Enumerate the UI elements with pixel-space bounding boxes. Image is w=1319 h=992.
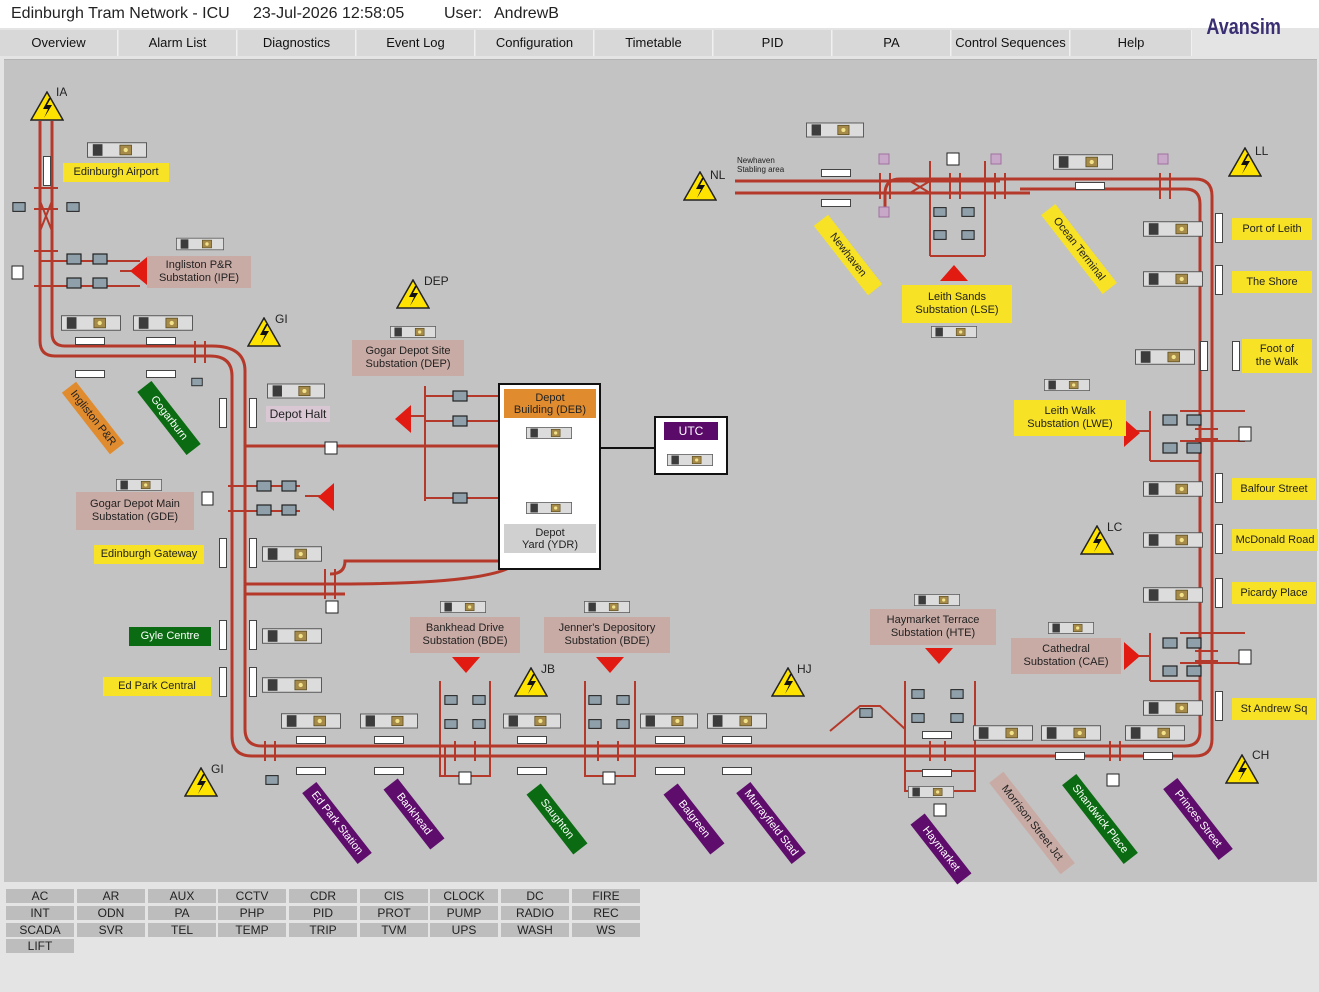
stop-depot-halt[interactable]: Depot Halt [266, 406, 330, 422]
stop-edinburgh-gateway[interactable]: Edinburgh Gateway [94, 545, 204, 564]
substation-gde[interactable]: Gogar Depot Main Substation (GDE) [76, 492, 194, 530]
system-wash-button[interactable]: WASH [501, 923, 569, 937]
stop-st-andrew-sq[interactable]: St Andrew Sq [1232, 698, 1316, 720]
clock-datetime: 23-Jul-2026 12:58:05 [253, 5, 405, 22]
stop-port-of-leith[interactable]: Port of Leith [1232, 218, 1312, 240]
substation-bde-jenners[interactable]: Jenner's Depository Substation (BDE) [544, 617, 670, 653]
system-int-button[interactable]: INT [6, 906, 74, 920]
system-cdr-button[interactable]: CDR [289, 889, 357, 903]
system-clock-button[interactable]: CLOCK [430, 889, 498, 903]
system-ws-button[interactable]: WS [572, 923, 640, 937]
substation-hte[interactable]: Haymarket Terrace Substation (HTE) [870, 609, 996, 645]
zone-label-ch: CH [1252, 749, 1270, 762]
zone-label-gi-south: GI [211, 763, 224, 776]
menu-control-sequences[interactable]: Control Sequences [952, 30, 1070, 56]
system-fire-button[interactable]: FIRE [572, 889, 640, 903]
menu-overview[interactable]: Overview [0, 30, 118, 56]
menu-pa[interactable]: PA [833, 30, 951, 56]
system-aux-button[interactable]: AUX [148, 889, 216, 903]
system-rec-button[interactable]: REC [572, 906, 640, 920]
system-temp-button[interactable]: TEMP [218, 923, 286, 937]
menu-event-log[interactable]: Event Log [357, 30, 475, 56]
system-odn-button[interactable]: ODN [77, 906, 145, 920]
system-svr-button[interactable]: SVR [77, 923, 145, 937]
substation-ydr[interactable]: Depot Yard (YDR) [504, 524, 596, 553]
zone-label-lc: LC [1107, 521, 1123, 534]
stop-the-shore[interactable]: The Shore [1232, 271, 1312, 293]
system-radio-button[interactable]: RADIO [501, 906, 569, 920]
system-pa-button[interactable]: PA [148, 906, 216, 920]
stop-ed-park-central[interactable]: Ed Park Central [103, 677, 211, 696]
system-scada-button[interactable]: SCADA [6, 923, 74, 937]
zone-label-dep: DEP [424, 275, 449, 288]
avansim-logo: Avansim [1206, 14, 1281, 39]
zone-label-nl: NL [710, 169, 726, 182]
system-prot-button[interactable]: PROT [360, 906, 428, 920]
zone-label-ll: LL [1255, 145, 1269, 158]
zone-label-jb: JB [541, 663, 556, 676]
menu-alarm-list[interactable]: Alarm List [119, 30, 237, 56]
system-filter-panel: AC AR AUX CCTV CDR CIS CLOCK DC FIRE INT… [4, 886, 1317, 990]
stop-balfour-street[interactable]: Balfour Street [1232, 478, 1316, 500]
tram-network-diagram [11, 91, 1262, 817]
zone-label-gi-north: GI [275, 313, 288, 326]
system-php-button[interactable]: PHP [218, 906, 286, 920]
substation-bde-bankhead[interactable]: Bankhead Drive Substation (BDE) [410, 617, 520, 653]
system-ac-button[interactable]: AC [6, 889, 74, 903]
substation-dep[interactable]: Gogar Depot Site Substation (DEP) [352, 340, 464, 376]
system-pid-button[interactable]: PID [289, 906, 357, 920]
app-title: Edinburgh Tram Network - ICU [11, 5, 230, 22]
substation-lse[interactable]: Leith Sands Substation (LSE) [902, 285, 1012, 323]
title-bar: Edinburgh Tram Network - ICU 23-Jul-2026… [0, 0, 1319, 39]
zone-warning-icons [30, 91, 1262, 797]
menu-pid[interactable]: PID [714, 30, 832, 56]
menu-diagnostics[interactable]: Diagnostics [238, 30, 356, 56]
system-tel-button[interactable]: TEL [148, 923, 216, 937]
system-cis-button[interactable]: CIS [360, 889, 428, 903]
main-menu: Overview Alarm List Diagnostics Event Lo… [0, 30, 1192, 56]
zone-label-ia: IA [56, 86, 68, 99]
user-label: User: [444, 5, 483, 22]
system-ar-button[interactable]: AR [77, 889, 145, 903]
stop-foot-of-the-walk[interactable]: Foot of the Walk [1242, 339, 1312, 373]
user-name: AndrewB [494, 5, 559, 22]
substation-ipe[interactable]: Ingliston P&R Substation (IPE) [147, 256, 251, 288]
menu-timetable[interactable]: Timetable [595, 30, 713, 56]
system-trip-button[interactable]: TRIP [289, 923, 357, 937]
system-pump-button[interactable]: PUMP [430, 906, 498, 920]
network-overview-panel: IA DEP GI NL LL LC JB HJ GI CH Edinburgh… [4, 59, 1318, 885]
system-cctv-button[interactable]: CCTV [218, 889, 286, 903]
menu-configuration[interactable]: Configuration [476, 30, 594, 56]
newhaven-stabling-area: Newhaven Stabling area [737, 156, 785, 174]
system-ups-button[interactable]: UPS [430, 923, 498, 937]
status-boxes [11, 152, 1252, 817]
substation-lwe[interactable]: Leith Walk Substation (LWE) [1014, 400, 1126, 436]
menu-help[interactable]: Help [1071, 30, 1192, 56]
stop-picardy-place[interactable]: Picardy Place [1232, 582, 1316, 604]
stop-mcdonald-road[interactable]: McDonald Road [1232, 529, 1318, 551]
stop-edinburgh-airport[interactable]: Edinburgh Airport [63, 163, 169, 182]
utc-panel-label[interactable]: UTC [664, 422, 718, 440]
stop-gyle-centre[interactable]: Gyle Centre [129, 627, 211, 646]
zone-label-hj: HJ [797, 663, 812, 676]
system-lift-button[interactable]: LIFT [6, 939, 74, 953]
substation-deb[interactable]: Depot Building (DEB) [504, 389, 596, 418]
system-dc-button[interactable]: DC [501, 889, 569, 903]
system-tvm-button[interactable]: TVM [360, 923, 428, 937]
substation-cae[interactable]: Cathedral Substation (CAE) [1011, 638, 1121, 674]
